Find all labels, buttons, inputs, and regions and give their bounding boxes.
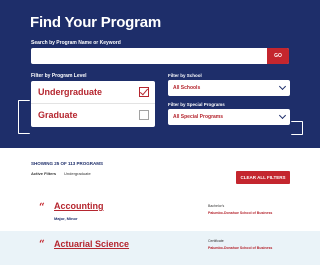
degree-type: Certificate [208, 239, 224, 243]
college-link[interactable]: Palumbo-Donahue School of Business [208, 246, 272, 250]
level-option-graduate[interactable]: Graduate [31, 104, 155, 127]
level-option-undergraduate[interactable]: Undergraduate [31, 81, 155, 104]
degree-type: Bachelor's [208, 204, 225, 208]
active-filters-label: Active Filters [31, 171, 57, 176]
decorative-bracket-right [291, 121, 303, 135]
special-programs-select[interactable]: All Special Programs [168, 109, 290, 125]
program-card: “ Actuarial Science Certificate Palumbo-… [0, 231, 320, 265]
school-filter-label: Filter by School [168, 73, 202, 78]
program-types: Major, Minor [54, 216, 78, 221]
results-count: SHOWING 25 OF 113 PROGRAMS [31, 161, 104, 166]
school-select-value: All Schools [173, 85, 201, 91]
quote-icon: “ [39, 202, 45, 213]
program-name-link[interactable]: Actuarial Science [54, 239, 129, 249]
program-name-link[interactable]: Accounting [54, 201, 104, 211]
special-programs-select-value: All Special Programs [173, 114, 224, 120]
search-box: GO [31, 48, 289, 64]
school-select[interactable]: All Schools [168, 80, 290, 96]
checkbox-unchecked-icon[interactable] [139, 110, 149, 120]
level-option-label: Undergraduate [38, 87, 103, 97]
chevron-down-icon [278, 111, 287, 120]
checkbox-checked-icon[interactable] [139, 87, 149, 97]
go-button[interactable]: GO [267, 48, 289, 64]
page-title: Find Your Program [30, 14, 162, 31]
level-option-label: Graduate [38, 110, 78, 120]
program-level-filter-label: Filter by Program Level [31, 73, 87, 79]
college-link[interactable]: Palumbo-Donahue School of Business [208, 211, 272, 215]
search-input[interactable] [35, 50, 255, 62]
search-label: Search by Program Name or Keyword [31, 40, 121, 46]
special-programs-filter-label: Filter by Special Programs [168, 102, 225, 107]
decorative-bracket-left [18, 100, 30, 134]
program-card: “ Accounting Major, Minor Bachelor's Pal… [0, 192, 320, 231]
quote-icon: “ [39, 239, 45, 250]
program-level-filter: Undergraduate Graduate [31, 81, 155, 127]
active-filter-tag[interactable]: Undergraduate [64, 171, 91, 176]
clear-all-filters-button[interactable]: CLEAR ALL FILTERS [236, 171, 290, 184]
chevron-down-icon [278, 82, 287, 91]
